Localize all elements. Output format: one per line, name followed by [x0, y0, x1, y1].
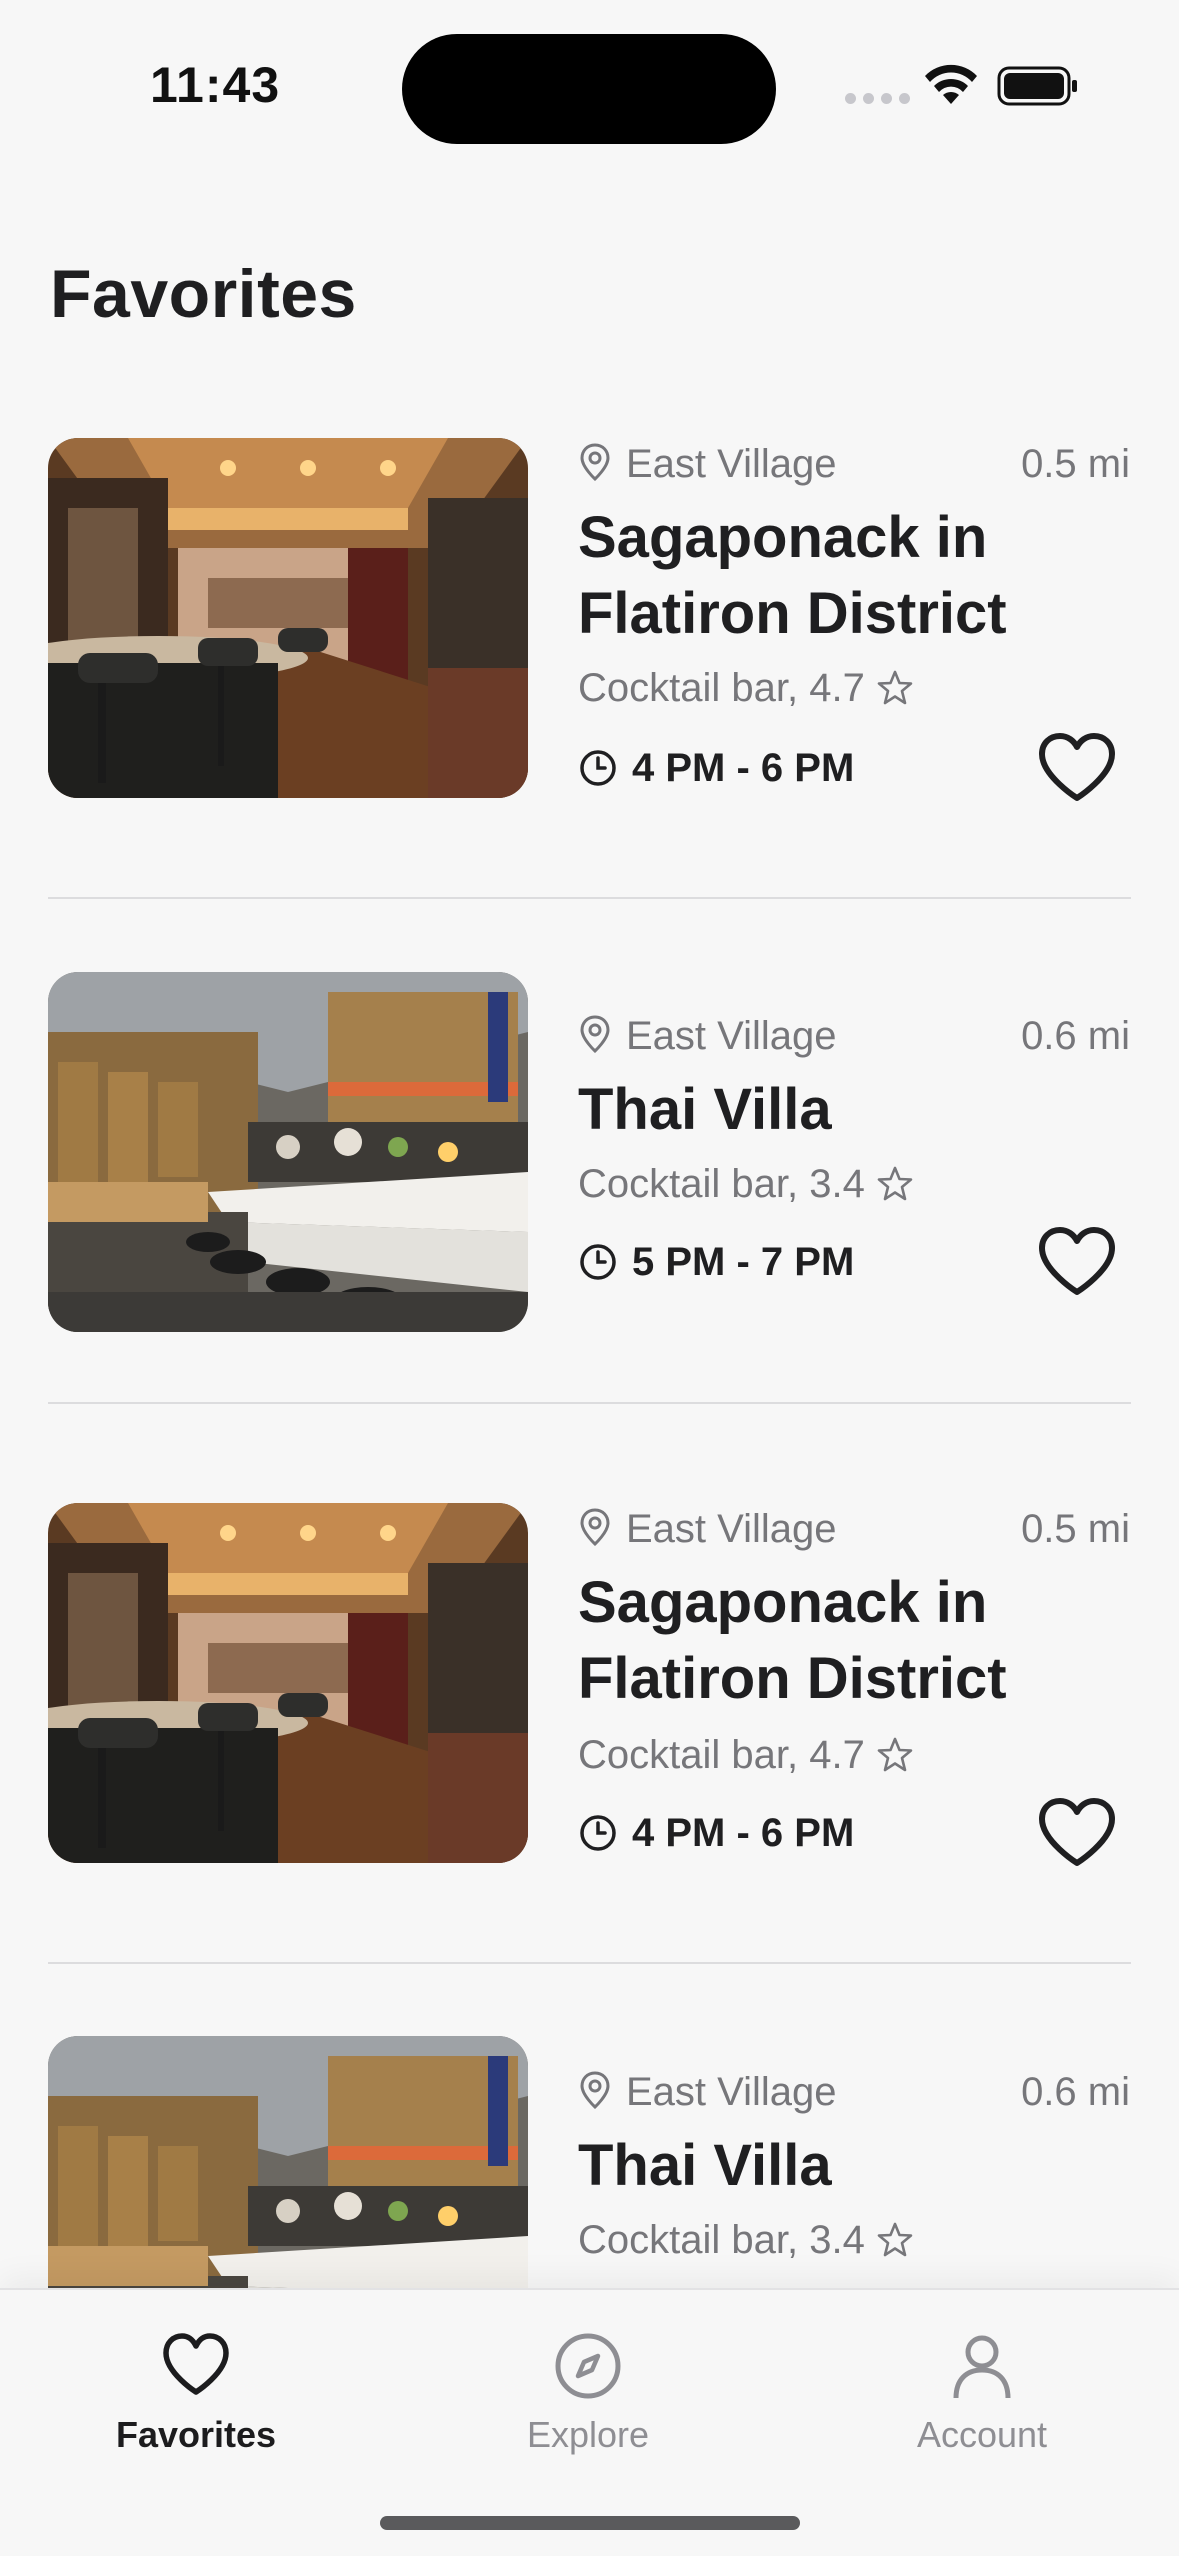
venue-photo[interactable] [48, 972, 528, 1332]
star-icon [877, 2222, 913, 2257]
favorites-list[interactable]: East Village 0.5 mi Sagaponack in Flatir… [0, 0, 1179, 2290]
tab-explore[interactable]: Explore [468, 2330, 708, 2480]
tab-label: Account [916, 2414, 1048, 2455]
venue-name[interactable]: Sagaponack in Flatiron District [578, 500, 1098, 652]
venue-photo[interactable] [48, 1503, 528, 1863]
venue-distance: 0.6 mi [1021, 2070, 1130, 2114]
home-indicator[interactable] [380, 2516, 800, 2530]
venue-distance: 0.5 mi [1021, 1507, 1130, 1551]
favorite-heart-button[interactable] [1036, 732, 1118, 804]
location-pin-icon [580, 1508, 610, 1547]
clock-icon [580, 1815, 616, 1851]
venue-photo[interactable] [48, 2036, 528, 2290]
venue-photo[interactable] [48, 438, 528, 798]
tab-account[interactable]: Account [862, 2330, 1102, 2480]
venue-category-rating: Cocktail bar, 3.4 [578, 2217, 865, 2262]
venue-category-rating: Cocktail bar, 4.7 [578, 1732, 865, 1777]
venue-neighborhood: East Village [626, 1507, 837, 1551]
venue-neighborhood: East Village [626, 442, 837, 486]
happy-hour-time: 4 PM - 6 PM [632, 1810, 855, 1855]
divider [48, 1962, 1131, 1964]
clock-icon [580, 750, 616, 786]
venue-category-rating: Cocktail bar, 4.7 [578, 665, 865, 710]
star-icon [877, 1737, 913, 1772]
divider [48, 897, 1131, 899]
venue-name[interactable]: Thai Villa [578, 2128, 1098, 2204]
happy-hour-time: 4 PM - 6 PM [632, 745, 855, 790]
venue-category-rating: Cocktail bar, 3.4 [578, 1161, 865, 1206]
tab-label: Favorites [115, 2414, 277, 2455]
star-icon [877, 670, 913, 705]
favorite-card[interactable]: East Village 0.6 mi Thai Villa Cocktail … [0, 2036, 1179, 2290]
favorite-card[interactable]: East Village 0.5 mi Sagaponack in Flatir… [0, 1503, 1179, 1903]
clock-icon [580, 1244, 616, 1280]
compass-icon [555, 2333, 621, 2399]
happy-hour-time: 5 PM - 7 PM [632, 1239, 855, 1284]
favorite-card[interactable]: East Village 0.6 mi Thai Villa Cocktail … [0, 972, 1179, 1342]
location-pin-icon [580, 1015, 610, 1054]
venue-name[interactable]: Thai Villa [578, 1072, 1098, 1148]
tab-favorites[interactable]: Favorites [76, 2330, 316, 2480]
favorite-heart-button[interactable] [1036, 1797, 1118, 1869]
location-pin-icon [580, 2071, 610, 2110]
venue-neighborhood: East Village [626, 1014, 837, 1058]
person-icon [953, 2335, 1011, 2399]
favorite-card[interactable]: East Village 0.5 mi Sagaponack in Flatir… [0, 438, 1179, 838]
venue-name[interactable]: Sagaponack in Flatiron District [578, 1565, 1098, 1717]
venue-distance: 0.5 mi [1021, 442, 1130, 486]
tab-label: Explore [526, 2414, 650, 2455]
location-pin-icon [580, 443, 610, 482]
venue-distance: 0.6 mi [1021, 1014, 1130, 1058]
divider [48, 1402, 1131, 1404]
star-icon [877, 1166, 913, 1201]
favorite-heart-button[interactable] [1036, 1226, 1118, 1298]
heart-icon [163, 2333, 229, 2395]
venue-neighborhood: East Village [626, 2070, 837, 2114]
